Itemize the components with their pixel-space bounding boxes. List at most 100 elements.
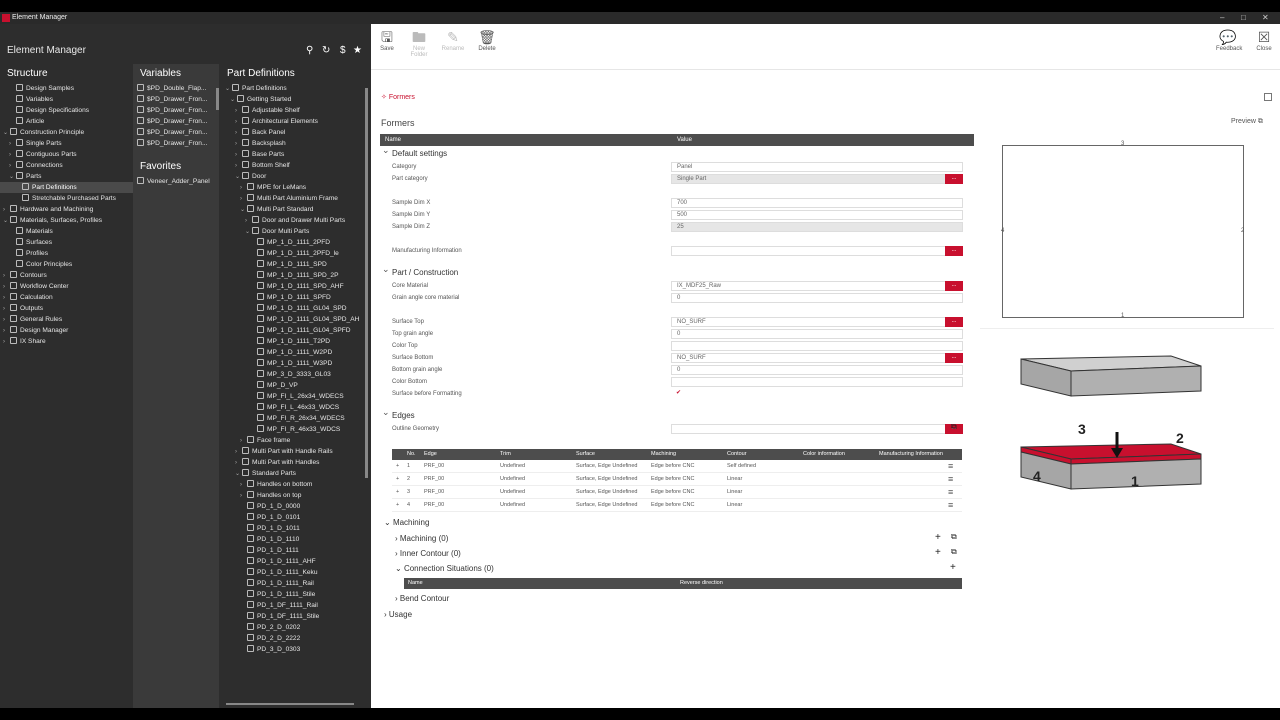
tree-item[interactable]: › Multi Part Aluminium Frame: [220, 193, 368, 204]
section-machining[interactable]: ⌄ Machining: [384, 518, 429, 527]
tree-item[interactable]: ⌄ Door Multi Parts: [220, 226, 368, 237]
tree-item[interactable]: › MPE for LeMans: [220, 182, 368, 193]
tree-item[interactable]: › Connections: [0, 160, 133, 171]
tree-item[interactable]: Color Principles: [0, 259, 133, 270]
tree-item[interactable]: MP_1_D_1111_2PFD: [220, 237, 368, 248]
tree-item[interactable]: ⌄ Materials, Surfaces, Profiles: [0, 215, 133, 226]
tree-item[interactable]: Stretchable Purchased Parts: [0, 193, 133, 204]
tree-item[interactable]: MP_1_D_1111_GL04_SPD_AH: [220, 314, 368, 325]
tree-item[interactable]: › Handles on bottom: [220, 479, 368, 490]
variable-item[interactable]: $PD_Double_Flap...: [133, 83, 219, 94]
tree-item[interactable]: MP_1_D_1111_GL04_SPD: [220, 303, 368, 314]
add-connection-icon[interactable]: +: [950, 562, 956, 573]
partdefs-hscrollbar[interactable]: [226, 703, 354, 705]
tree-item[interactable]: ⌄ Parts: [0, 171, 133, 182]
edge-row[interactable]: +4 PRF_00 Undefined Surface, Edge Undefined…: [392, 499, 962, 512]
tree-item[interactable]: › Contours: [0, 270, 133, 281]
tree-item[interactable]: MP_FI_L_26x34_WDECS: [220, 391, 368, 402]
expand-row-icon[interactable]: +: [396, 486, 399, 499]
bend-contour-subsection[interactable]: › Bend Contour: [395, 594, 449, 603]
property-value[interactable]: [671, 377, 963, 387]
tree-item[interactable]: ⌄ Multi Part Standard: [220, 204, 368, 215]
tree-item[interactable]: MP_1_D_1111_W2PD: [220, 347, 368, 358]
tree-item[interactable]: MP_1_D_1111_T2PD: [220, 336, 368, 347]
tree-item[interactable]: MP_1_D_1111_GL04_SPFD: [220, 325, 368, 336]
tree-item[interactable]: › Bottom Shelf: [220, 160, 368, 171]
property-value[interactable]: 0: [671, 293, 963, 303]
tree-item[interactable]: Article: [0, 116, 133, 127]
tree-item[interactable]: › Backsplash: [220, 138, 368, 149]
tree-item[interactable]: MP_1_D_1111_2PFD_le: [220, 248, 368, 259]
variables-icon[interactable]: $: [340, 45, 346, 56]
tree-item[interactable]: MP_1_D_1111_SPD_2P: [220, 270, 368, 281]
save-button[interactable]: 🖫 Save: [375, 28, 399, 52]
tree-item[interactable]: MP_1_D_1111_SPD: [220, 259, 368, 270]
tree-item[interactable]: › Design Manager: [0, 325, 133, 336]
section-usage[interactable]: › Usage: [384, 610, 412, 619]
tree-item[interactable]: MP_1_D_1111_W3PD: [220, 358, 368, 369]
expand-row-icon[interactable]: +: [396, 473, 399, 486]
tree-item[interactable]: Variables: [0, 94, 133, 105]
delete-button[interactable]: 🗑 Delete: [475, 28, 499, 52]
property-value[interactable]: [671, 341, 963, 351]
close-button[interactable]: ☒ Close: [1252, 28, 1276, 52]
rename-button[interactable]: ✎ Rename: [441, 28, 465, 52]
refresh-icon[interactable]: ↻: [322, 45, 330, 56]
edge-row[interactable]: +1 PRF_00 Undefined Surface, Edge Undefined…: [392, 460, 962, 473]
variable-item[interactable]: $PD_Drawer_Fron...: [133, 138, 219, 149]
machining-subsection[interactable]: › Machining (0): [395, 534, 448, 543]
tree-item[interactable]: PD_1_DF_1111_Rail: [220, 600, 368, 611]
close-window-icon[interactable]: ✕: [1262, 13, 1269, 22]
minimize-icon[interactable]: –: [1220, 13, 1224, 22]
tree-item[interactable]: PD_2_D_0202: [220, 622, 368, 633]
connection-situations-subsection[interactable]: ⌄ Connection Situations (0): [395, 564, 494, 573]
tree-item[interactable]: ⌄ Getting Started: [220, 94, 368, 105]
search-icon[interactable]: ⚲: [306, 45, 313, 56]
row-menu-icon[interactable]: ≡: [948, 499, 953, 512]
add-machining-icon[interactable]: +: [935, 532, 941, 543]
tree-item[interactable]: › Multi Part with Handle Rails: [220, 446, 368, 457]
breadcrumb[interactable]: ✧ Formers: [381, 93, 415, 101]
tree-item[interactable]: PD_1_DF_1111_Stile: [220, 611, 368, 622]
expand-icon[interactable]: [1264, 93, 1272, 101]
tree-item[interactable]: PD_3_D_0303: [220, 644, 368, 655]
tree-item[interactable]: Materials: [0, 226, 133, 237]
tree-item[interactable]: › Single Parts: [0, 138, 133, 149]
row-menu-icon[interactable]: ≡: [948, 473, 953, 486]
tree-item[interactable]: Surfaces: [0, 237, 133, 248]
tree-item[interactable]: PD_1_D_1111_Keku: [220, 567, 368, 578]
tree-item[interactable]: MP_FI_R_26x34_WDECS: [220, 413, 368, 424]
tree-item[interactable]: MP_1_D_1111_SPFD: [220, 292, 368, 303]
property-value[interactable]: Panel: [671, 162, 963, 172]
browse-button[interactable]: ...: [945, 317, 963, 327]
property-value[interactable]: NO_SURF: [671, 317, 963, 327]
browse-button[interactable]: ...: [945, 246, 963, 256]
tree-item[interactable]: PD_1_D_1111_AHF: [220, 556, 368, 567]
tree-item[interactable]: PD_1_D_1110: [220, 534, 368, 545]
section-default[interactable]: Default settings: [380, 143, 974, 161]
tree-item[interactable]: PD_1_D_1111_Stile: [220, 589, 368, 600]
expand-chevron-icon[interactable]: ›: [3, 337, 10, 348]
property-value[interactable]: [671, 246, 963, 256]
tree-item[interactable]: › Hardware and Machining: [0, 204, 133, 215]
variable-item[interactable]: $PD_Drawer_Fron...: [133, 105, 219, 116]
section-edges[interactable]: Edges: [380, 405, 974, 423]
tree-item[interactable]: PD_1_D_1011: [220, 523, 368, 534]
add-inner-contour-icon[interactable]: +: [935, 547, 941, 558]
property-value[interactable]: ✔: [671, 389, 963, 399]
property-value[interactable]: 700: [671, 198, 963, 208]
row-menu-icon[interactable]: ≡: [948, 460, 953, 473]
tree-item[interactable]: › Face frame: [220, 435, 368, 446]
section-part[interactable]: Part / Construction: [380, 262, 974, 280]
tree-item[interactable]: MP_D_VP: [220, 380, 368, 391]
expand-row-icon[interactable]: +: [396, 499, 399, 512]
maximize-icon[interactable]: □: [1241, 13, 1246, 22]
favorite-item[interactable]: Veneer_Adder_Panel: [133, 176, 219, 187]
tree-item[interactable]: PD_1_D_0000: [220, 501, 368, 512]
property-value[interactable]: NO_SURF: [671, 353, 963, 363]
property-value[interactable]: 0: [671, 329, 963, 339]
tree-item[interactable]: MP_FI_L_46x33_WDCS: [220, 402, 368, 413]
tree-item[interactable]: › IX Share: [0, 336, 133, 347]
property-value[interactable]: 0: [671, 365, 963, 375]
tree-item[interactable]: PD_1_D_1111_Rail: [220, 578, 368, 589]
